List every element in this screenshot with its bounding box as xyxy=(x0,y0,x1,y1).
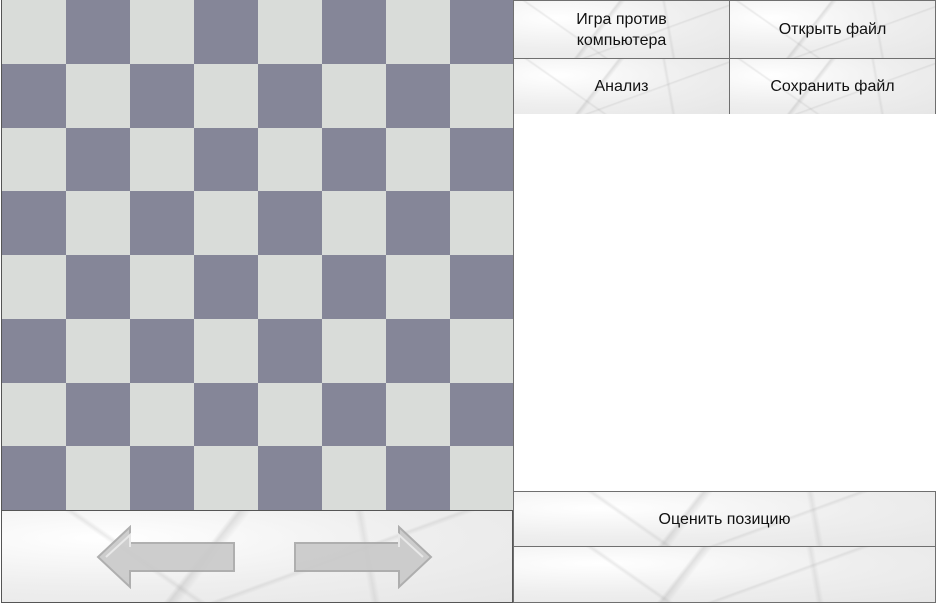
board-square-g1[interactable] xyxy=(386,446,450,510)
board-square-a7[interactable] xyxy=(2,63,66,128)
analysis-label: Анализ xyxy=(594,78,649,95)
board-square-d2[interactable] xyxy=(194,382,258,447)
board-square-b8[interactable] xyxy=(66,0,130,64)
board-square-c1[interactable] xyxy=(130,446,194,510)
board-square-h8[interactable] xyxy=(450,0,514,64)
left-arrow-icon xyxy=(96,525,235,589)
play-vs-computer-button[interactable]: Игра против компьютера xyxy=(513,0,730,59)
board-square-d5[interactable] xyxy=(194,191,258,255)
board-square-b2[interactable] xyxy=(66,382,130,447)
board-square-h1[interactable] xyxy=(450,446,514,510)
board-square-d7[interactable] xyxy=(194,63,258,128)
play-vs-computer-label-line1: Игра против xyxy=(576,10,667,28)
board-square-f7[interactable] xyxy=(322,63,386,128)
board-square-e3[interactable] xyxy=(258,318,322,383)
evaluate-position-label: Оценить позицию xyxy=(658,510,791,528)
board-square-e6[interactable] xyxy=(258,127,322,192)
board-square-h7[interactable] xyxy=(450,63,514,128)
board-square-c5[interactable] xyxy=(130,191,194,255)
board-square-d4[interactable] xyxy=(194,255,258,319)
board-square-a3[interactable] xyxy=(2,318,66,383)
board-square-b1[interactable] xyxy=(66,446,130,510)
board-square-f4[interactable] xyxy=(322,255,386,319)
board-square-c4[interactable] xyxy=(130,255,194,319)
board-square-a5[interactable] xyxy=(2,191,66,255)
chess-app-window: Игра против компьютера Открыть файл Анал… xyxy=(0,0,936,604)
board-square-c8[interactable] xyxy=(130,0,194,64)
board-square-c2[interactable] xyxy=(130,382,194,447)
board-square-d1[interactable] xyxy=(194,446,258,510)
board-square-e8[interactable] xyxy=(258,0,322,64)
board-square-b3[interactable] xyxy=(66,318,130,383)
board-square-a6[interactable] xyxy=(2,127,66,192)
board-square-c3[interactable] xyxy=(130,318,194,383)
board-square-g6[interactable] xyxy=(386,127,450,192)
board-square-b6[interactable] xyxy=(66,127,130,192)
board-square-e5[interactable] xyxy=(258,191,322,255)
board-square-b7[interactable] xyxy=(66,63,130,128)
board-square-h4[interactable] xyxy=(450,255,514,319)
move-navigation-bar xyxy=(1,510,513,603)
board-square-f8[interactable] xyxy=(322,0,386,64)
board-square-h6[interactable] xyxy=(450,127,514,192)
right-arrow-icon xyxy=(294,525,433,589)
play-vs-computer-label-line2: компьютера xyxy=(576,31,667,49)
save-file-label: Сохранить файл xyxy=(770,78,895,95)
board-square-h5[interactable] xyxy=(450,191,514,255)
board-square-h3[interactable] xyxy=(450,318,514,383)
board-square-a1[interactable] xyxy=(2,446,66,510)
open-file-button[interactable]: Открыть файл xyxy=(729,0,936,59)
evaluate-position-button[interactable]: Оценить позицию xyxy=(513,491,936,547)
info-panel xyxy=(513,114,936,492)
board-square-e7[interactable] xyxy=(258,63,322,128)
save-file-button[interactable]: Сохранить файл xyxy=(729,58,936,115)
evaluation-output-panel xyxy=(513,546,936,603)
next-move-button[interactable] xyxy=(293,525,433,589)
board-square-c7[interactable] xyxy=(130,63,194,128)
board-square-d3[interactable] xyxy=(194,318,258,383)
board-square-g7[interactable] xyxy=(386,63,450,128)
board-square-a4[interactable] xyxy=(2,255,66,319)
board-square-g3[interactable] xyxy=(386,318,450,383)
open-file-label: Открыть файл xyxy=(778,21,887,38)
board-square-a8[interactable] xyxy=(2,0,66,64)
board-square-d6[interactable] xyxy=(194,127,258,192)
board-square-b4[interactable] xyxy=(66,255,130,319)
analysis-button[interactable]: Анализ xyxy=(513,58,730,115)
board-square-f1[interactable] xyxy=(322,446,386,510)
previous-move-button[interactable] xyxy=(96,525,236,589)
board-square-f6[interactable] xyxy=(322,127,386,192)
play-vs-computer-label: Игра против компьютера xyxy=(576,9,666,51)
board-square-h2[interactable] xyxy=(450,382,514,447)
board-square-g5[interactable] xyxy=(386,191,450,255)
board-square-g4[interactable] xyxy=(386,255,450,319)
chess-board[interactable] xyxy=(1,0,514,510)
board-square-g2[interactable] xyxy=(386,382,450,447)
board-square-e1[interactable] xyxy=(258,446,322,510)
board-square-f2[interactable] xyxy=(322,382,386,447)
board-square-a2[interactable] xyxy=(2,382,66,447)
board-square-f5[interactable] xyxy=(322,191,386,255)
board-square-e4[interactable] xyxy=(258,255,322,319)
board-square-f3[interactable] xyxy=(322,318,386,383)
board-square-c6[interactable] xyxy=(130,127,194,192)
board-square-g8[interactable] xyxy=(386,0,450,64)
board-square-d8[interactable] xyxy=(194,0,258,64)
board-square-b5[interactable] xyxy=(66,191,130,255)
board-square-e2[interactable] xyxy=(258,382,322,447)
